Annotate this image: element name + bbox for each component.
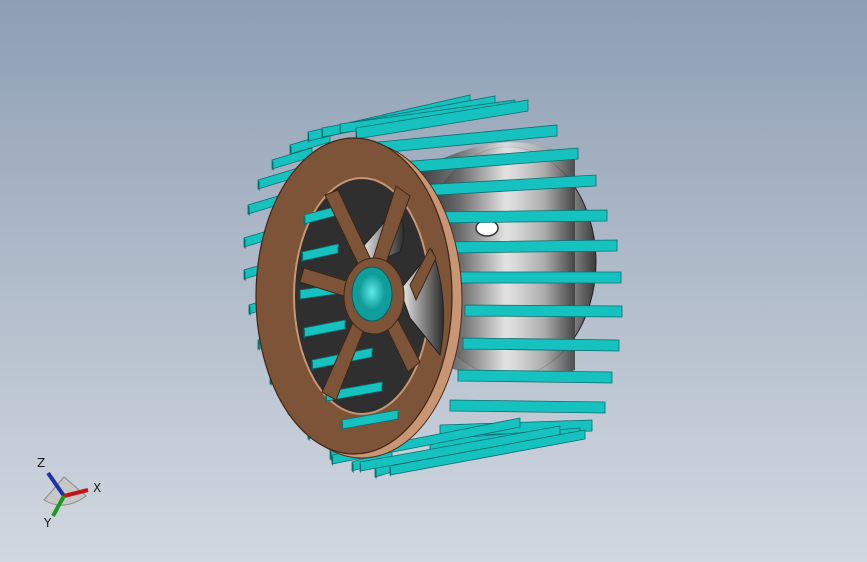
coordinate-triad[interactable]: Z X Y (37, 456, 101, 530)
x-axis-label: X (93, 481, 101, 495)
model-canvas[interactable]: Z X Y (0, 0, 867, 562)
y-axis-label: Y (43, 516, 52, 530)
z-axis-label: Z (37, 456, 45, 470)
graphics-viewport[interactable]: Z X Y (0, 0, 867, 562)
impeller-blade (449, 399, 606, 415)
impeller-hub (343, 257, 405, 335)
impeller-blade (457, 369, 613, 385)
